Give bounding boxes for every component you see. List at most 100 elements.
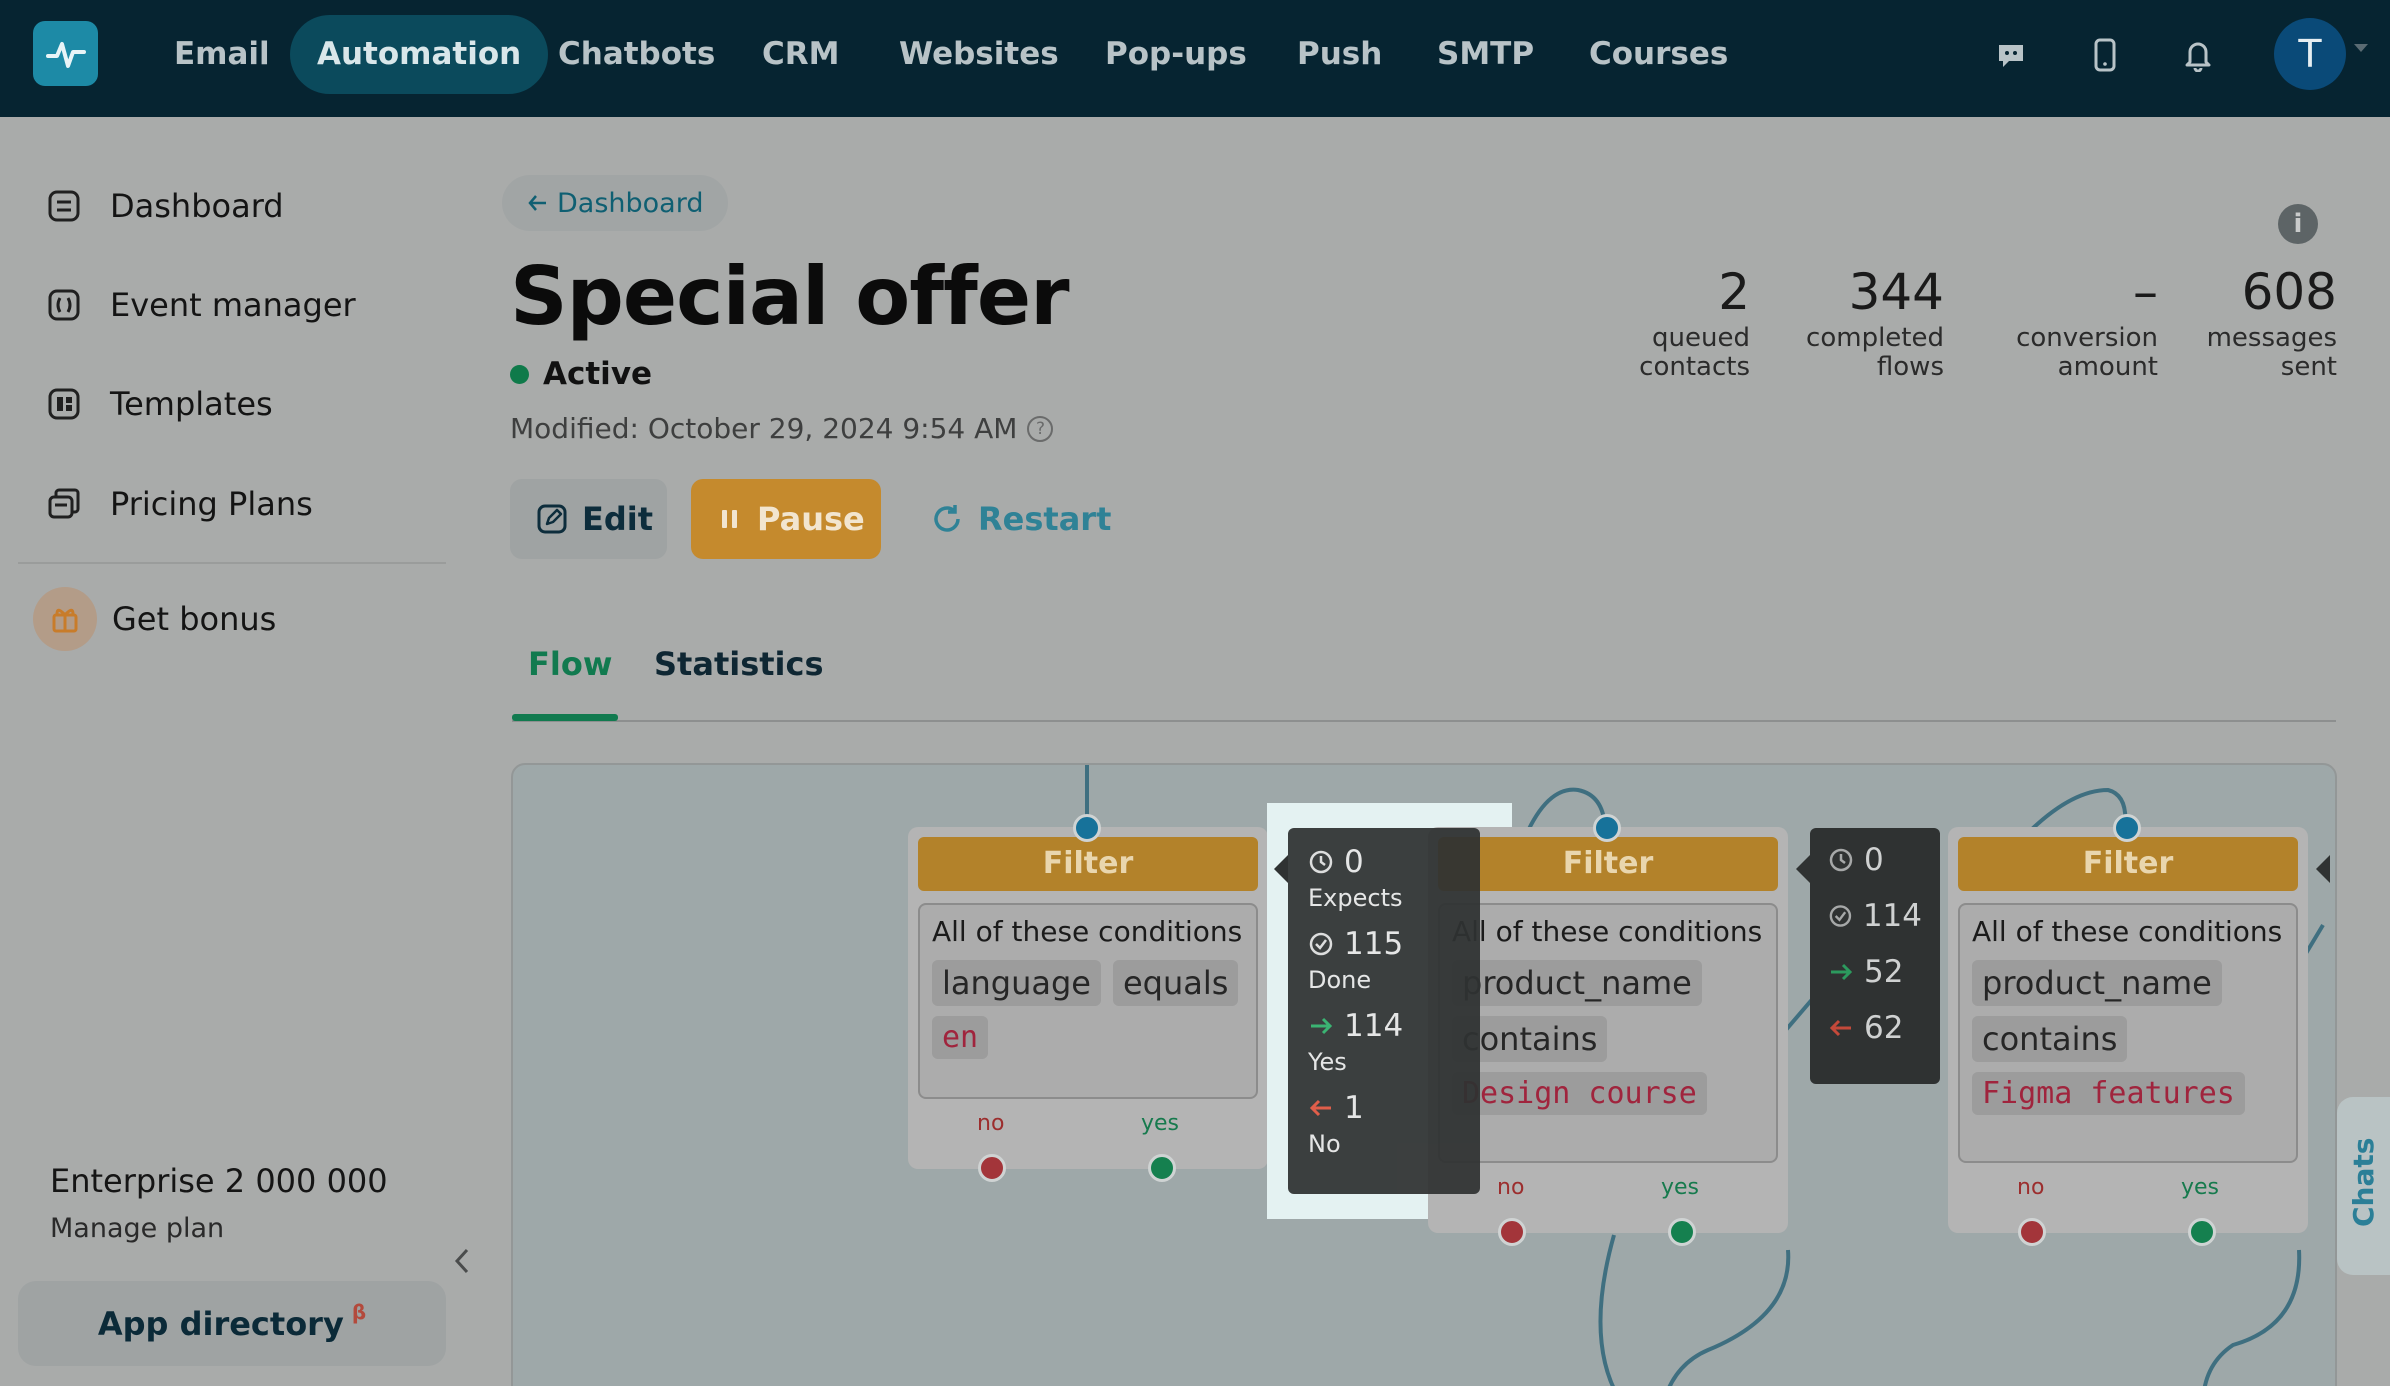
stat-completed-flows: 344 completed flows bbox=[1806, 260, 1944, 382]
back-to-dashboard-button[interactable]: Dashboard bbox=[502, 175, 729, 231]
nav-email[interactable]: Email bbox=[147, 15, 297, 94]
sidebar-item-label: Pricing Plans bbox=[110, 485, 313, 523]
condition-operator-chip: equals bbox=[1112, 960, 1239, 1006]
done-row: 114 bbox=[1828, 898, 1922, 934]
modified-text: Modified: October 29, 2024 9:54 AM bbox=[510, 412, 1018, 445]
mobile-app-icon[interactable] bbox=[2086, 36, 2124, 74]
user-avatar[interactable]: T bbox=[2274, 18, 2346, 90]
nav-popups[interactable]: Pop-ups bbox=[1078, 15, 1274, 94]
no-row: 1 bbox=[1308, 1090, 1460, 1126]
collapse-sidebar-chevron-left-icon[interactable] bbox=[452, 1246, 472, 1280]
chats-side-tab[interactable]: Chats bbox=[2337, 1097, 2390, 1275]
yes-output-port[interactable] bbox=[2188, 1218, 2216, 1246]
branch-no-label: no bbox=[977, 1111, 1005, 1136]
top-navigation: Email Automation Chatbots CRM Websites P… bbox=[0, 0, 2390, 117]
restart-icon bbox=[930, 502, 964, 536]
sidebar-item-pricing-plans[interactable]: Pricing Plans bbox=[45, 474, 313, 534]
branch-yes-label: yes bbox=[1661, 1175, 1700, 1200]
stat-value: 2 bbox=[1718, 263, 1750, 321]
done-value: 114 bbox=[1862, 898, 1922, 934]
yes-output-port[interactable] bbox=[1148, 1154, 1176, 1182]
input-port[interactable] bbox=[1593, 814, 1621, 842]
sidebar-item-dashboard[interactable]: Dashboard bbox=[45, 176, 284, 236]
yes-value: 52 bbox=[1864, 954, 1904, 990]
node-stats-tooltip-compact: 0 114 52 62 bbox=[1810, 828, 1940, 1084]
tab-statistics[interactable]: Statistics bbox=[654, 645, 824, 683]
info-icon[interactable]: i bbox=[2278, 204, 2318, 244]
plan-name: Enterprise 2 000 000 bbox=[50, 1162, 388, 1200]
nav-websites[interactable]: Websites bbox=[872, 15, 1086, 94]
restart-label: Restart bbox=[978, 500, 1112, 538]
nav-smtp[interactable]: SMTP bbox=[1410, 15, 1561, 94]
pulse-logo-icon bbox=[45, 41, 86, 68]
pause-icon bbox=[717, 506, 743, 532]
yes-output-port[interactable] bbox=[1668, 1218, 1696, 1246]
stat-value: 608 bbox=[2241, 263, 2337, 321]
nav-automation[interactable]: Automation bbox=[290, 15, 549, 94]
condition-field-chip: product_name bbox=[1972, 960, 2222, 1006]
yes-label: Yes bbox=[1308, 1048, 1347, 1076]
no-output-port[interactable] bbox=[1498, 1218, 1526, 1246]
expects-value: 0 bbox=[1864, 842, 1884, 878]
app-logo[interactable] bbox=[33, 21, 98, 86]
tab-flow[interactable]: Flow bbox=[528, 645, 612, 683]
stat-value: 344 bbox=[1848, 263, 1944, 321]
stat-label-line2: flows bbox=[1876, 352, 1944, 382]
sidebar-item-get-bonus[interactable]: Get bonus bbox=[33, 587, 276, 651]
edit-button[interactable]: Edit bbox=[510, 479, 667, 559]
expects-label: Expects bbox=[1308, 884, 1403, 912]
templates-icon bbox=[45, 385, 83, 423]
no-output-port[interactable] bbox=[2018, 1218, 2046, 1246]
node-stats-tooltip: 0 Expects 115 Done 114 Yes 1 No bbox=[1288, 828, 1480, 1194]
chat-support-icon[interactable] bbox=[1992, 36, 2030, 74]
clock-icon bbox=[1309, 850, 1333, 874]
nav-push[interactable]: Push bbox=[1270, 15, 1409, 94]
avatar-chevron-down-icon[interactable] bbox=[2354, 44, 2368, 52]
filter-node-header: Filter bbox=[918, 837, 1258, 891]
done-row: 115 bbox=[1308, 926, 1460, 962]
condition-value-chip: Figma features bbox=[1972, 1072, 2245, 1115]
active-tab-indicator bbox=[512, 714, 618, 721]
stat-queued-contacts: 2 queued contacts bbox=[1639, 260, 1750, 382]
filter-conditions: All of these conditions product_name con… bbox=[1958, 903, 2298, 1163]
pause-button[interactable]: Pause bbox=[691, 479, 881, 559]
notifications-bell-icon[interactable] bbox=[2179, 36, 2217, 74]
edit-pencil-icon bbox=[536, 503, 568, 535]
conditions-title: All of these conditions bbox=[932, 915, 1243, 948]
input-port[interactable] bbox=[2113, 814, 2141, 842]
manage-plan-link[interactable]: Manage plan bbox=[50, 1213, 224, 1244]
stat-label-line2: sent bbox=[2280, 352, 2337, 382]
sidebar-item-templates[interactable]: Templates bbox=[45, 374, 273, 434]
nav-courses[interactable]: Courses bbox=[1562, 15, 1755, 94]
chats-label: Chats bbox=[2347, 1137, 2380, 1227]
app-directory-button[interactable]: App directory β bbox=[18, 1281, 446, 1366]
expects-row: 0 bbox=[1828, 842, 1922, 878]
no-output-port[interactable] bbox=[978, 1154, 1006, 1182]
sidebar-item-label: Templates bbox=[110, 385, 273, 423]
sidebar-item-event-manager[interactable]: Event manager bbox=[45, 275, 356, 335]
filter-node[interactable]: Filter All of these conditions product_n… bbox=[1948, 827, 2308, 1233]
branch-no-label: no bbox=[1497, 1175, 1525, 1200]
filter-node[interactable]: Filter All of these conditions product_n… bbox=[1428, 827, 1788, 1233]
check-circle-icon bbox=[1309, 932, 1333, 956]
help-question-icon[interactable]: ? bbox=[1027, 415, 1054, 442]
pause-label: Pause bbox=[757, 500, 865, 538]
check-circle-icon bbox=[1829, 905, 1852, 927]
nav-chatbots[interactable]: Chatbots bbox=[531, 15, 742, 94]
yes-row: 114 bbox=[1308, 1008, 1460, 1044]
stat-label-line2: contacts bbox=[1639, 352, 1750, 382]
arrow-left-icon bbox=[1829, 1019, 1851, 1037]
arrow-right-icon bbox=[1311, 1017, 1333, 1035]
restart-button[interactable]: Restart bbox=[904, 479, 1137, 559]
filter-conditions: All of these conditions product_name con… bbox=[1438, 903, 1778, 1163]
input-port[interactable] bbox=[1073, 814, 1101, 842]
condition-value-chip: en bbox=[932, 1016, 989, 1059]
stat-messages-sent: 608 messages sent bbox=[2207, 260, 2337, 382]
nav-crm[interactable]: CRM bbox=[735, 15, 866, 94]
stat-label-line2: amount bbox=[2057, 352, 2158, 382]
status-badge: Active bbox=[510, 356, 652, 392]
flow-canvas[interactable]: Filter All of these conditions language … bbox=[511, 763, 2337, 1386]
filter-node[interactable]: Filter All of these conditions language … bbox=[908, 827, 1268, 1169]
modified-date: Modified: October 29, 2024 9:54 AM ? bbox=[510, 412, 1054, 445]
tooltip-pointer bbox=[1274, 855, 1288, 883]
